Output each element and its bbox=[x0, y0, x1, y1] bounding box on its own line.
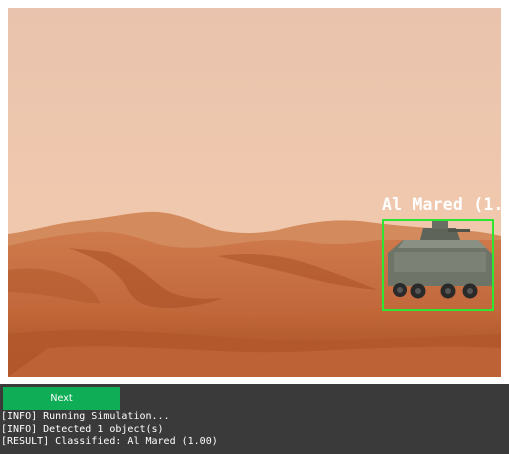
log-line: [INFO] Detected 1 object(s) bbox=[1, 423, 164, 435]
next-button[interactable]: Next bbox=[3, 387, 120, 410]
detection-label: Al Mared (1.00 bbox=[382, 195, 501, 214]
image-viewport: Al Mared (1.00 bbox=[8, 8, 501, 377]
log-line: [INFO] Running Simulation... bbox=[1, 411, 170, 422]
detection-bounding-box bbox=[382, 219, 494, 311]
log-line: [RESULT] Classified: Al Mared (1.00) bbox=[1, 436, 218, 447]
desert-scene-image bbox=[8, 8, 501, 377]
control-panel: Next [INFO] Running Simulation... [INFO]… bbox=[0, 384, 509, 454]
simulation-app: Al Mared (1.00 Next [INFO] Running Simul… bbox=[0, 0, 509, 454]
console-log: [INFO] Running Simulation... [INFO] Dete… bbox=[1, 411, 506, 449]
